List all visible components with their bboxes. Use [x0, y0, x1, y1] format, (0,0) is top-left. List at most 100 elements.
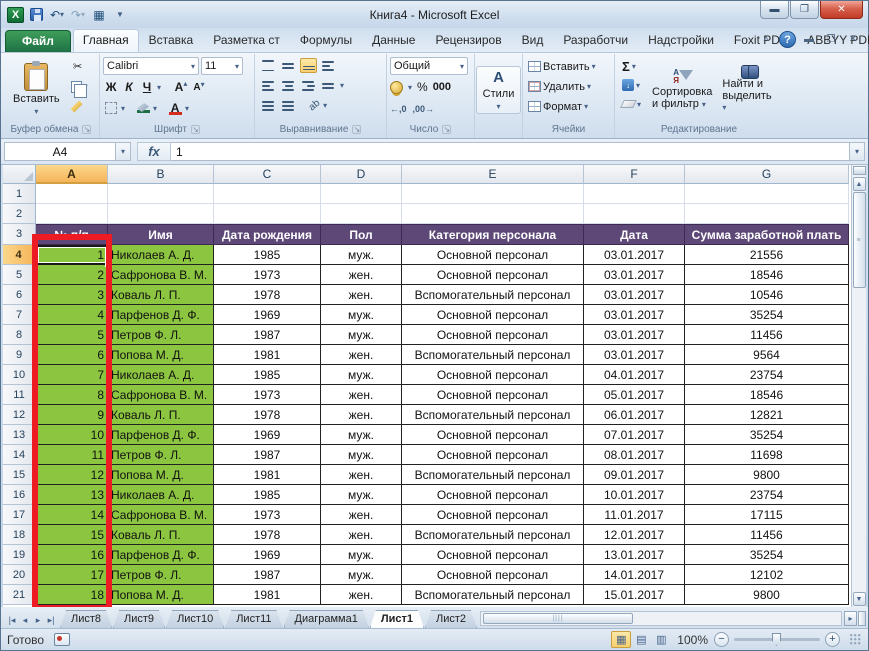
cell[interactable] — [108, 184, 214, 204]
table-cell[interactable]: Основной персонал — [402, 265, 584, 285]
table-cell[interactable]: 9564 — [685, 345, 849, 365]
fx-icon[interactable]: fx — [137, 142, 171, 161]
orientation-icon[interactable]: ab — [307, 98, 323, 114]
column-header-E[interactable]: E — [402, 165, 584, 184]
last-sheet-icon[interactable]: ▸| — [45, 615, 57, 626]
table-cell[interactable]: 3 — [36, 285, 108, 305]
table-cell[interactable]: 10546 — [685, 285, 849, 305]
table-cell[interactable]: 5 — [36, 325, 108, 345]
table-cell[interactable]: Основной персонал — [402, 485, 584, 505]
table-cell[interactable]: муж. — [321, 485, 402, 505]
table-cell[interactable]: Николаев А. Д. — [108, 485, 214, 505]
resize-grip[interactable] — [850, 634, 862, 646]
table-cell[interactable]: 03.01.2017 — [584, 305, 685, 325]
tab-file[interactable]: Файл — [5, 30, 71, 52]
decrease-decimal-button[interactable]: ,00→ — [413, 104, 435, 114]
table-cell[interactable]: 08.01.2017 — [584, 445, 685, 465]
italic-button[interactable]: К — [121, 79, 137, 96]
table-cell[interactable]: 23754 — [685, 485, 849, 505]
percent-style-button[interactable]: % — [417, 80, 428, 94]
table-cell[interactable]: 9800 — [685, 585, 849, 605]
tab-Вставка[interactable]: Вставка — [139, 29, 204, 52]
table-cell[interactable]: 1985 — [214, 485, 321, 505]
table-header-cell[interactable]: Сумма заработной плать — [685, 224, 849, 245]
table-cell[interactable]: Основной персонал — [402, 325, 584, 345]
table-cell[interactable]: Основной персонал — [402, 385, 584, 405]
align-right-button[interactable] — [300, 78, 317, 93]
prev-sheet-icon[interactable]: ◂ — [19, 615, 31, 626]
dialog-launcher-icon[interactable]: ↘ — [82, 125, 91, 134]
table-cell[interactable]: Коваль Л. П. — [108, 285, 214, 305]
table-cell[interactable]: 1981 — [214, 465, 321, 485]
row-header-20[interactable]: 20 — [3, 565, 36, 585]
cell[interactable] — [584, 184, 685, 204]
row-header-11[interactable]: 11 — [3, 385, 36, 405]
table-cell[interactable]: 21556 — [685, 245, 849, 265]
row-header-6[interactable]: 6 — [3, 285, 36, 305]
table-cell[interactable]: Основной персонал — [402, 425, 584, 445]
table-cell[interactable]: 1981 — [214, 585, 321, 605]
cell[interactable] — [36, 204, 108, 224]
horizontal-scrollbar[interactable]: |||| — [480, 611, 842, 626]
sheet-tab-Лист2[interactable]: Лист2 — [425, 610, 477, 628]
row-header-17[interactable]: 17 — [3, 505, 36, 525]
table-cell[interactable]: 11 — [36, 445, 108, 465]
normal-view-button[interactable]: ▦ — [611, 631, 631, 648]
table-cell[interactable]: 14.01.2017 — [584, 565, 685, 585]
qat-options-button[interactable]: ▼ — [111, 6, 129, 23]
sort-filter-button[interactable]: АЯ Сортировкаи фильтр ▾ — [649, 56, 715, 123]
cell[interactable] — [402, 204, 584, 224]
table-cell[interactable]: Основной персонал — [402, 505, 584, 525]
row-header-5[interactable]: 5 — [3, 265, 36, 285]
row-header-4[interactable]: 4 — [3, 245, 36, 265]
table-cell[interactable]: Попова М. Д. — [108, 585, 214, 605]
table-cell[interactable]: жен. — [321, 465, 402, 485]
row-header-14[interactable]: 14 — [3, 445, 36, 465]
cell[interactable] — [321, 204, 402, 224]
table-cell[interactable]: 1969 — [214, 425, 321, 445]
scroll-split-handle[interactable] — [853, 166, 866, 175]
table-header-cell[interactable]: Дата рождения — [214, 224, 321, 245]
table-cell[interactable]: Попова М. Д. — [108, 465, 214, 485]
table-cell[interactable]: Петров Ф. Л. — [108, 325, 214, 345]
table-cell[interactable]: Коваль Л. П. — [108, 405, 214, 425]
align-top-button[interactable] — [260, 58, 277, 73]
tab-Главная[interactable]: Главная — [73, 29, 139, 52]
close-button[interactable]: ✕ — [820, 1, 863, 19]
page-layout-view-button[interactable]: ▤ — [631, 631, 651, 648]
table-cell[interactable]: Вспомогательный персонал — [402, 345, 584, 365]
sheet-tab-Лист11[interactable]: Лист11 — [225, 610, 282, 628]
dialog-launcher-icon[interactable]: ↘ — [352, 125, 361, 134]
table-cell[interactable]: муж. — [321, 305, 402, 325]
table-cell[interactable]: 1969 — [214, 305, 321, 325]
orientation-dropdown-icon[interactable]: ▾ — [323, 101, 327, 110]
tab-Вид[interactable]: Вид — [512, 29, 554, 52]
table-cell[interactable]: 07.01.2017 — [584, 425, 685, 445]
table-cell[interactable]: жен. — [321, 345, 402, 365]
underline-button[interactable]: Ч — [139, 79, 155, 96]
table-cell[interactable]: 12102 — [685, 565, 849, 585]
table-cell[interactable]: 35254 — [685, 545, 849, 565]
comma-style-button[interactable]: 000 — [433, 81, 451, 93]
table-cell[interactable]: муж. — [321, 325, 402, 345]
table-cell[interactable]: Вспомогательный персонал — [402, 585, 584, 605]
styles-button[interactable]: А Стили ▾ — [476, 66, 522, 114]
minimize-button[interactable]: ▬ — [760, 1, 789, 19]
workbook-restore-icon[interactable]: ❐ — [822, 31, 840, 48]
collapse-ribbon-icon[interactable]: ˄ — [757, 31, 775, 48]
table-cell[interactable]: Парфенов Д. Ф. — [108, 425, 214, 445]
font-color-dropdown-icon[interactable]: ▾ — [185, 104, 189, 113]
table-cell[interactable]: 11456 — [685, 525, 849, 545]
column-header-F[interactable]: F — [584, 165, 685, 184]
row-header-3[interactable]: 3 — [3, 224, 36, 245]
table-cell[interactable]: Петров Ф. Л. — [108, 445, 214, 465]
find-select-button[interactable]: Найти ивыделить ▾ — [719, 56, 780, 123]
autosum-button[interactable]: Σ▾ — [620, 58, 643, 74]
table-cell[interactable]: 1973 — [214, 505, 321, 525]
table-cell[interactable]: 03.01.2017 — [584, 245, 685, 265]
table-cell[interactable]: Парфенов Д. Ф. — [108, 545, 214, 565]
table-cell[interactable]: Основной персонал — [402, 365, 584, 385]
table-cell[interactable]: муж. — [321, 245, 402, 265]
table-cell[interactable]: 1987 — [214, 565, 321, 585]
table-cell[interactable]: жен. — [321, 265, 402, 285]
